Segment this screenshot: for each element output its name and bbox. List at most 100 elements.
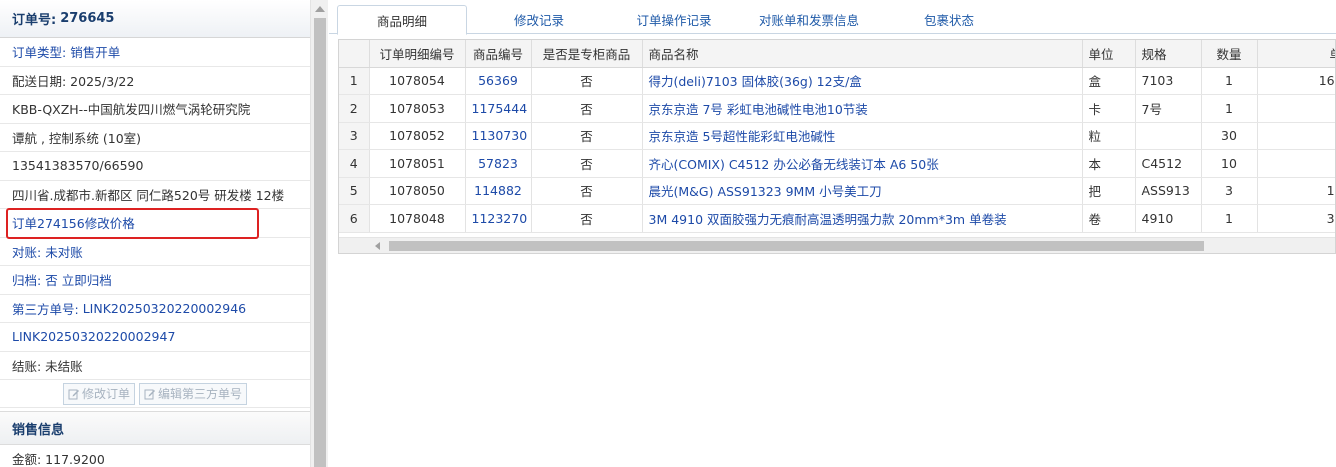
table-row[interactable]: 2 1078053 1175444 否 京东京造 7号 彩虹电池碱性电池10节装…	[339, 94, 1335, 123]
spec-cell: 7号	[1135, 94, 1202, 123]
tab-product-details[interactable]: 商品明细	[337, 5, 467, 35]
tab-bar: 商品明细 修改记录 订单操作记录 对账单和发票信息 包裹状态	[329, 0, 1336, 35]
unit-price-cell: 1	[1257, 122, 1335, 150]
tab-modification-log[interactable]: 修改记录	[489, 5, 589, 34]
unit-cell: 把	[1082, 177, 1136, 205]
modify-order-label: 修改订单	[81, 387, 130, 401]
spec-cell	[1135, 122, 1202, 150]
product-name-link[interactable]: 京东京造 5号超性能彩虹电池碱性	[642, 122, 1083, 150]
counter-product-cell: 否	[531, 94, 643, 123]
edit-third-party-label: 编辑第三方单号	[158, 387, 243, 401]
product-code-link[interactable]: 1123270	[465, 204, 532, 233]
archive-value[interactable]: 否 立即归档	[45, 270, 111, 289]
product-code-link[interactable]: 57823	[465, 149, 532, 178]
grid-horizontal-scrollbar[interactable]	[339, 237, 1335, 253]
unit-price-cell: 36.8	[1257, 204, 1335, 233]
unit-cell: 卷	[1082, 204, 1136, 233]
column-header[interactable]: 单位	[1082, 40, 1136, 68]
detail-id-cell: 1078052	[369, 122, 466, 150]
row-number: 4	[339, 149, 370, 178]
row-number: 2	[339, 94, 370, 123]
counter-product-cell: 否	[531, 177, 643, 205]
product-name-link[interactable]: 京东京造 7号 彩虹电池碱性电池10节装	[642, 94, 1083, 123]
product-code-link[interactable]: 114882	[465, 177, 532, 205]
product-code-link[interactable]: 1130730	[465, 122, 532, 150]
table-header-row: 订单明细编号 商品编号 是否是专柜商品 商品名称 单位 规格 数量 单价	[339, 40, 1335, 68]
order-number-label: 订单号:	[12, 13, 57, 28]
unit-price-cell: 1.69	[1257, 177, 1335, 205]
quantity-cell: 30	[1201, 122, 1258, 150]
table-row[interactable]: 5 1078050 114882 否 晨光(M&G) ASS91323 9MM …	[339, 177, 1335, 205]
delivery-date-row: 配送日期: 2025/3/22	[0, 67, 310, 95]
quantity-cell: 3	[1201, 177, 1258, 205]
quantity-cell: 1	[1201, 94, 1258, 123]
scrollbar-thumb[interactable]	[314, 18, 326, 467]
reconcile-value[interactable]: 未对账	[45, 242, 83, 261]
product-code-link[interactable]: 1175444	[465, 94, 532, 123]
third-party-number-1[interactable]: LINK20250320220002946	[83, 301, 246, 316]
unit-cell: 本	[1082, 149, 1136, 178]
quantity-cell: 1	[1201, 67, 1258, 95]
tab-package-status[interactable]: 包裹状态	[904, 5, 994, 34]
order-type-row: 订单类型: 销售开单	[0, 38, 310, 67]
third-party-number-2[interactable]: LINK20250320220002947	[0, 323, 310, 352]
column-header[interactable]: 订单明细编号	[369, 40, 466, 68]
spec-cell: 7103	[1135, 67, 1202, 95]
product-table: 订单明细编号 商品编号 是否是专柜商品 商品名称 单位 规格 数量 单价 1 1…	[339, 40, 1335, 233]
sales-amount-row: 金额: 117.9200	[0, 445, 310, 467]
spec-cell: 4910	[1135, 204, 1202, 233]
column-header[interactable]: 规格	[1135, 40, 1202, 68]
counter-product-cell: 否	[531, 204, 643, 233]
contact-row: 谭航 , 控制系统 (10室)	[0, 124, 310, 152]
unit-price-cell: 2	[1257, 149, 1335, 178]
related-order-link[interactable]: 订单274156修改价格	[0, 209, 310, 238]
column-header[interactable]: 数量	[1201, 40, 1258, 68]
counter-product-cell: 否	[531, 149, 643, 178]
reconcile-label: 对账:	[12, 244, 42, 260]
detail-id-cell: 1078048	[369, 204, 466, 233]
column-header[interactable]: 商品名称	[642, 40, 1083, 68]
product-code-link[interactable]: 56369	[465, 67, 532, 95]
sales-info-header: 销售信息	[0, 411, 310, 445]
unit-price-cell: 10	[1257, 94, 1335, 123]
column-header[interactable]: 单价	[1257, 40, 1335, 68]
product-detail-grid: 订单明细编号 商品编号 是否是专柜商品 商品名称 单位 规格 数量 单价 1 1…	[338, 39, 1336, 254]
scrollbar-thumb[interactable]	[389, 241, 1204, 251]
tab-statement-invoice[interactable]: 对账单和发票信息	[739, 5, 879, 34]
unit-cell: 粒	[1082, 122, 1136, 150]
left-panel-scrollbar[interactable]	[310, 0, 328, 467]
scroll-up-arrow-icon[interactable]	[315, 6, 325, 12]
row-number: 6	[339, 204, 370, 233]
spec-cell: C4512	[1135, 149, 1202, 178]
archive-label: 归档:	[12, 273, 42, 289]
archive-row: 归档: 否 立即归档	[0, 266, 310, 295]
modify-order-button[interactable]: 修改订单	[62, 382, 135, 405]
edit-third-party-button[interactable]: 编辑第三方单号	[139, 382, 248, 405]
quantity-cell: 10	[1201, 149, 1258, 178]
order-detail-panel: 商品明细 修改记录 订单操作记录 对账单和发票信息 包裹状态 订单明细编号 商品…	[329, 0, 1336, 467]
spec-cell: ASS913	[1135, 177, 1202, 205]
tab-order-operation-log[interactable]: 订单操作记录	[619, 5, 729, 34]
edit-icon	[144, 389, 155, 399]
detail-id-cell: 1078053	[369, 94, 466, 123]
counter-product-cell: 否	[531, 122, 643, 150]
table-row[interactable]: 4 1078051 57823 否 齐心(COMIX) C4512 办公必备无线…	[339, 149, 1335, 178]
column-header[interactable]: 是否是专柜商品	[531, 40, 643, 68]
counter-product-cell: 否	[531, 67, 643, 95]
third-party-row: 第三方单号: LINK20250320220002946	[0, 295, 310, 323]
product-name-link[interactable]: 齐心(COMIX) C4512 办公必备无线装订本 A6 50张	[642, 149, 1083, 178]
table-row[interactable]: 3 1078052 1130730 否 京东京造 5号超性能彩虹电池碱性 粒 3…	[339, 122, 1335, 150]
order-info-scroll-area: 订单号: 276645 订单类型: 销售开单 配送日期: 2025/3/22 K…	[0, 0, 310, 467]
product-name-link[interactable]: 3M 4910 双面胶强力无痕耐高温透明强力款 20mm*3m 单卷装	[642, 204, 1083, 233]
table-row[interactable]: 1 1078054 56369 否 得力(deli)7103 固体胶(36g) …	[339, 67, 1335, 95]
scroll-left-arrow-icon[interactable]	[375, 242, 380, 250]
product-name-link[interactable]: 得力(deli)7103 固体胶(36g) 12支/盒	[642, 67, 1083, 95]
unit-cell: 盒	[1082, 67, 1136, 95]
column-header[interactable]: 商品编号	[465, 40, 532, 68]
row-number: 1	[339, 67, 370, 95]
table-row[interactable]: 6 1078048 1123270 否 3M 4910 双面胶强力无痕耐高温透明…	[339, 204, 1335, 233]
third-party-label: 第三方单号:	[12, 301, 79, 317]
row-number: 3	[339, 122, 370, 150]
order-type-value[interactable]: 销售开单	[70, 42, 120, 61]
product-name-link[interactable]: 晨光(M&G) ASS91323 9MM 小号美工刀	[642, 177, 1083, 205]
